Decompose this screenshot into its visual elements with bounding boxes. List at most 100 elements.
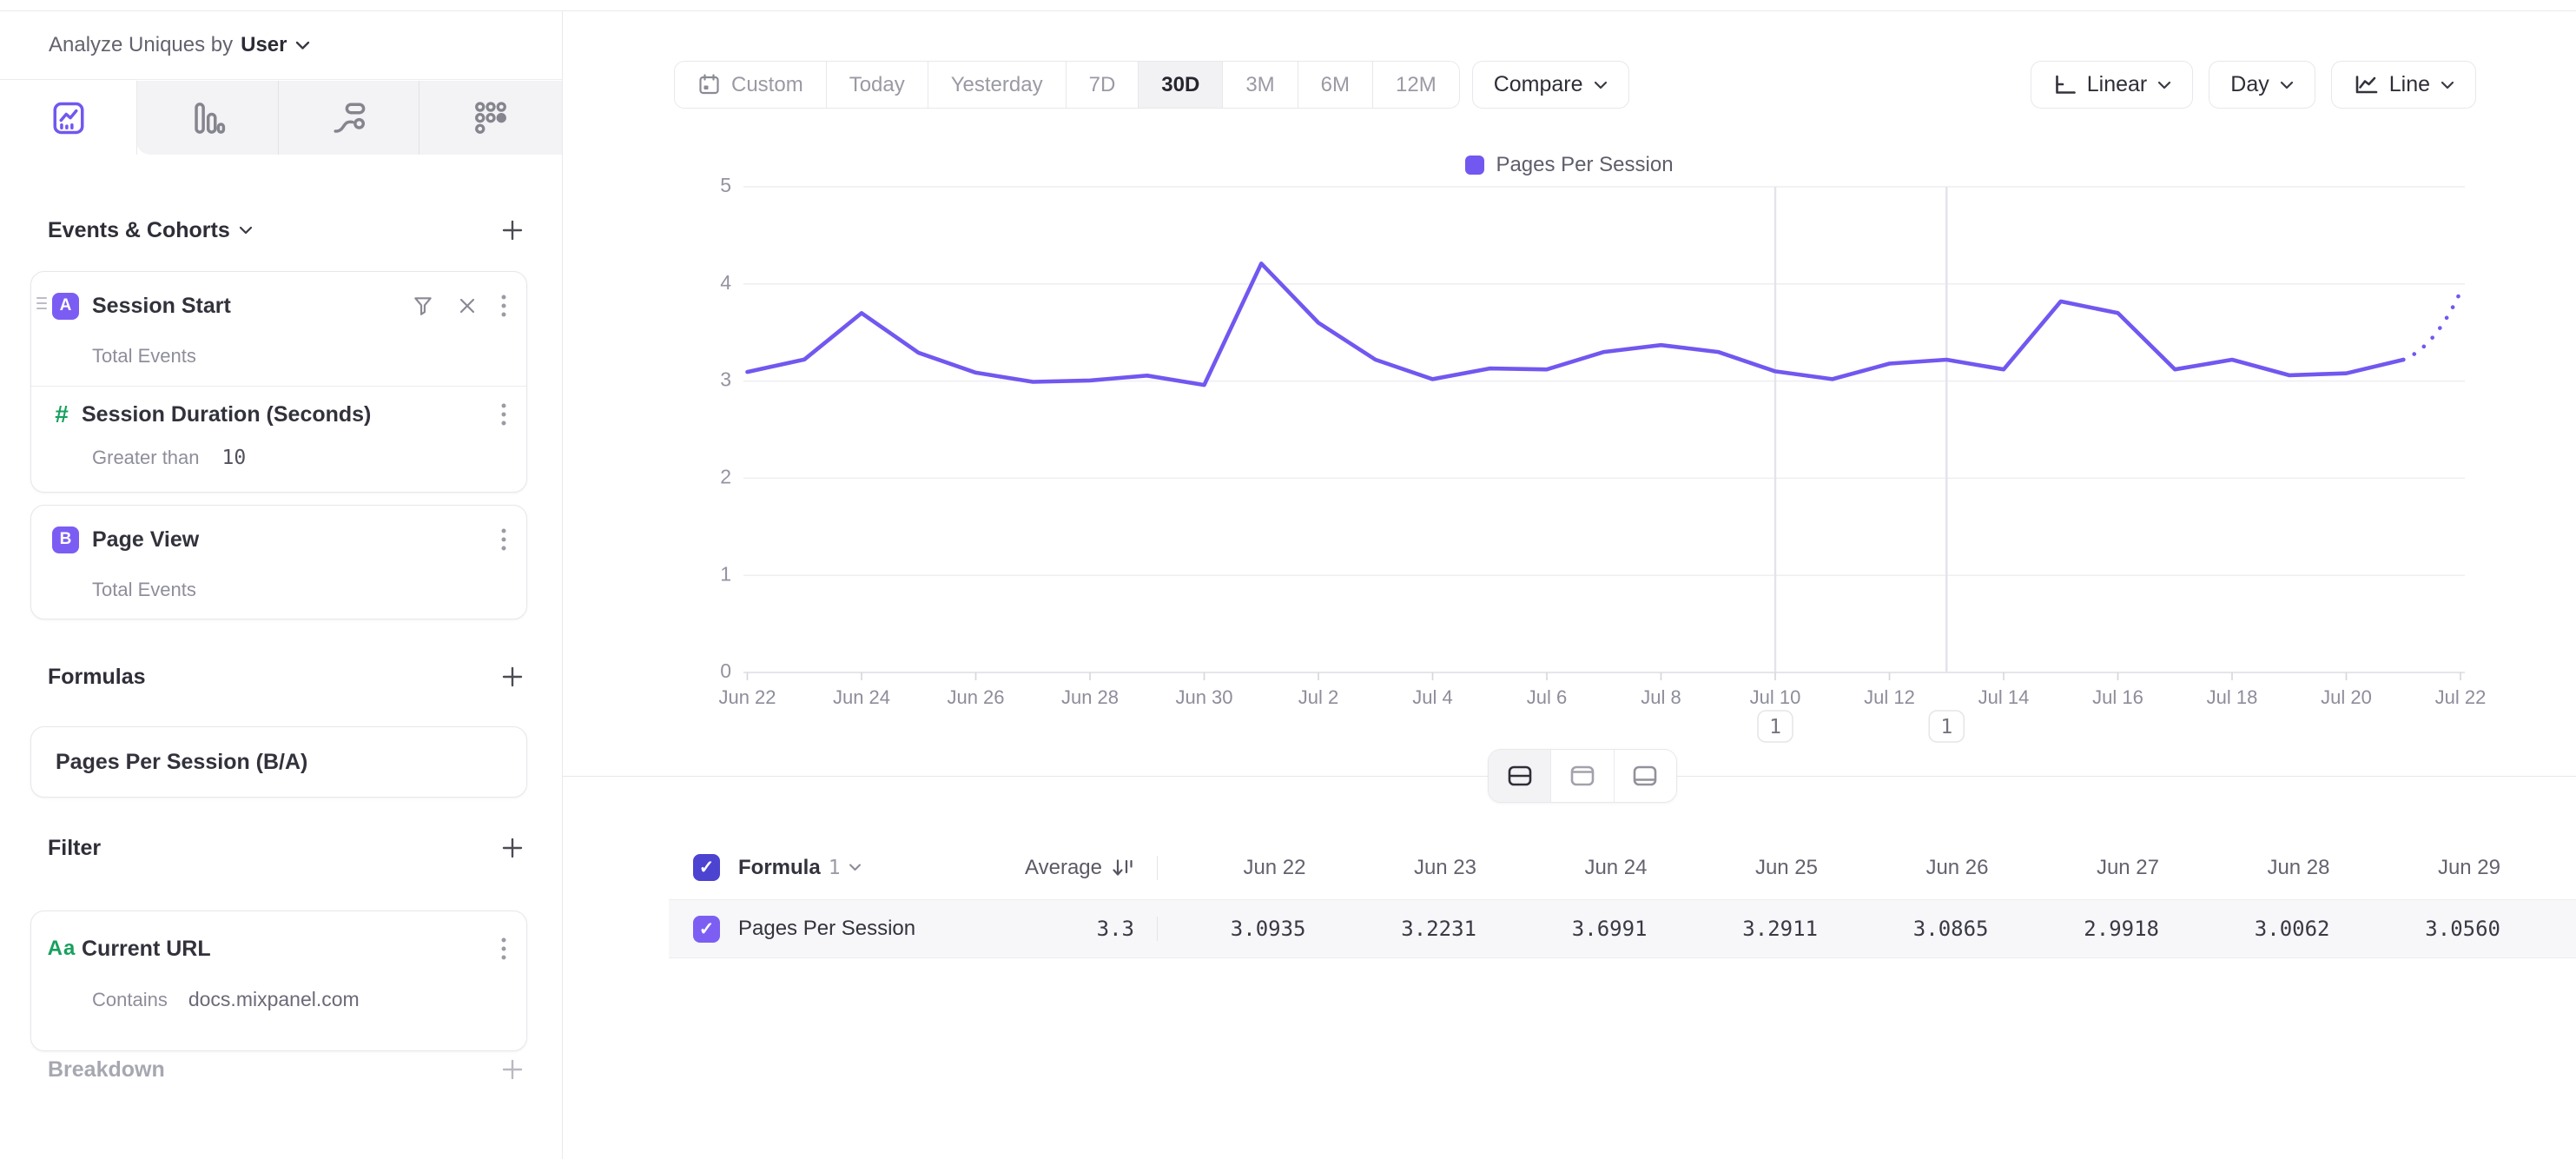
layout-split-view-button[interactable] bbox=[1489, 750, 1550, 802]
plus-icon bbox=[500, 665, 525, 689]
operator-value[interactable]: 10 bbox=[222, 447, 247, 469]
y-tick-label: 5 bbox=[720, 174, 731, 196]
event-measurement[interactable]: Total Events bbox=[31, 579, 526, 601]
add-event-button[interactable] bbox=[498, 215, 527, 245]
x-tick-label: Jul 4 bbox=[1412, 686, 1452, 708]
date-value-cell: 3.6991 bbox=[1499, 917, 1670, 941]
drag-handle-icon[interactable] bbox=[36, 297, 47, 309]
x-tick-label: Jul 12 bbox=[1864, 686, 1915, 708]
chevron-down-icon[interactable] bbox=[295, 41, 310, 50]
date-value-cell: 3.2911 bbox=[1670, 917, 1841, 941]
plus-icon bbox=[500, 218, 525, 242]
row-checkbox[interactable]: ✓ bbox=[693, 916, 720, 943]
average-value: 3.3 bbox=[1097, 917, 1134, 941]
date-column-header[interactable]: Jun 29 bbox=[2353, 856, 2524, 880]
x-tick-label: Jun 24 bbox=[833, 686, 890, 708]
layout-chart-focus-button[interactable] bbox=[1550, 750, 1613, 802]
add-filter-button[interactable] bbox=[498, 833, 527, 863]
chevron-down-icon bbox=[849, 864, 862, 871]
date-column-header[interactable]: Jun 24 bbox=[1499, 856, 1670, 880]
layout-toggle bbox=[1488, 749, 1677, 803]
insights-icon bbox=[50, 100, 87, 136]
tab-flows[interactable] bbox=[278, 81, 419, 155]
date-value-cell: 3.0062 bbox=[2182, 917, 2353, 941]
operator-label[interactable]: Greater than bbox=[92, 447, 200, 469]
tab-retention[interactable] bbox=[419, 81, 562, 155]
plus-icon bbox=[500, 836, 525, 860]
date-column-header[interactable]: Jun 22 bbox=[1158, 856, 1329, 880]
series-line bbox=[748, 263, 2404, 385]
layout-table-focus-button[interactable] bbox=[1614, 750, 1676, 802]
date-column-headers: Jun 22Jun 23Jun 24Jun 25Jun 26Jun 27Jun … bbox=[1157, 856, 2523, 880]
retention-icon bbox=[472, 100, 509, 136]
kebab-menu-icon[interactable] bbox=[500, 527, 507, 552]
chart-focus-icon bbox=[1569, 765, 1595, 787]
filter-funnel-icon[interactable] bbox=[412, 295, 434, 317]
funnels-icon bbox=[189, 100, 226, 136]
x-tick-label: Jul 16 bbox=[2092, 686, 2143, 708]
flows-icon bbox=[331, 100, 367, 136]
formulas-section-title: Formulas bbox=[48, 665, 146, 690]
date-column-header[interactable]: Jun 25 bbox=[1670, 856, 1841, 880]
kebab-menu-icon[interactable] bbox=[500, 937, 507, 961]
date-value-cell: 3.0865 bbox=[1840, 917, 2011, 941]
filter-title[interactable]: Current URL bbox=[82, 937, 211, 962]
add-formula-button[interactable] bbox=[498, 662, 527, 692]
group-number: 1 bbox=[829, 857, 841, 879]
group-label: Formula bbox=[738, 856, 821, 880]
formula-title[interactable]: Pages Per Session (B/A) bbox=[56, 750, 307, 775]
kebab-menu-icon[interactable] bbox=[500, 294, 507, 318]
y-tick-label: 1 bbox=[720, 562, 731, 585]
kebab-menu-icon[interactable] bbox=[500, 402, 507, 427]
formula-card[interactable]: Pages Per Session (B/A) bbox=[30, 726, 527, 798]
operator-value[interactable]: docs.mixpanel.com bbox=[188, 988, 360, 1011]
report-type-tabs bbox=[0, 81, 562, 155]
date-column-header[interactable]: Jun 28 bbox=[2182, 856, 2353, 880]
formulas-section-header: Formulas bbox=[48, 662, 527, 692]
event-row-page-view[interactable]: B Page View bbox=[31, 506, 526, 573]
date-column-header[interactable]: Jun 27 bbox=[2011, 856, 2183, 880]
operator-label[interactable]: Contains bbox=[92, 989, 168, 1011]
insights-report-page: Analyze Uniques by User Events & Cohorts bbox=[0, 0, 2576, 1159]
remove-x-icon[interactable] bbox=[458, 296, 477, 315]
event-measurement[interactable]: Total Events bbox=[31, 345, 526, 368]
event-title[interactable]: Session Start bbox=[92, 294, 231, 319]
average-label: Average bbox=[1025, 856, 1102, 880]
add-breakdown-button[interactable] bbox=[498, 1055, 527, 1084]
x-tick-label: Jul 2 bbox=[1298, 686, 1338, 708]
x-tick-label: Jun 22 bbox=[718, 686, 776, 708]
x-tick-label: Jul 20 bbox=[2321, 686, 2372, 708]
sort-icon bbox=[1111, 857, 1134, 879]
filter-row-current-url[interactable]: Aa Current URL bbox=[31, 911, 526, 986]
measurement-label[interactable]: Total Events bbox=[92, 345, 196, 368]
row-label[interactable]: Pages Per Session bbox=[738, 917, 915, 941]
event-title[interactable]: Page View bbox=[92, 527, 199, 553]
average-header[interactable]: Average bbox=[977, 856, 1157, 880]
group-header[interactable]: Formula 1 bbox=[734, 856, 977, 880]
select-all-checkbox[interactable]: ✓ bbox=[693, 854, 720, 881]
line-chart: 012345Jun 22Jun 24Jun 26Jun 28Jun 30Jul … bbox=[563, 0, 2576, 758]
numeric-property-icon: # bbox=[42, 401, 82, 428]
tab-funnels[interactable] bbox=[136, 81, 278, 155]
split-view-icon bbox=[1507, 765, 1533, 787]
events-section-header: Events & Cohorts bbox=[48, 215, 527, 245]
x-tick-label: Jul 14 bbox=[1978, 686, 2030, 708]
property-title[interactable]: Session Duration (Seconds) bbox=[82, 402, 371, 427]
event-letter-badge: B bbox=[52, 527, 79, 553]
x-tick-label: Jul 10 bbox=[1750, 686, 1801, 708]
date-column-header[interactable]: Jun 26 bbox=[1840, 856, 2011, 880]
event-row-session-start[interactable]: A Session Start bbox=[31, 272, 526, 340]
date-value-cell: 3.0935 bbox=[1158, 917, 1329, 941]
date-value-cells: 3.09353.22313.69913.29113.08652.99183.00… bbox=[1157, 917, 2523, 941]
x-tick-label: Jul 22 bbox=[2435, 686, 2487, 708]
results-table: ✓ Formula 1 Average Jun 22Jun 23Jun 24Ju… bbox=[669, 836, 2576, 958]
tab-insights[interactable] bbox=[0, 81, 136, 155]
measurement-label[interactable]: Total Events bbox=[92, 579, 196, 601]
date-column-header[interactable]: Jun 23 bbox=[1329, 856, 1500, 880]
analyze-value-dropdown[interactable]: User bbox=[241, 33, 287, 57]
annotation-badge-label: 1 bbox=[1940, 716, 1952, 738]
chevron-down-icon[interactable] bbox=[239, 226, 253, 235]
filter-section-title: Filter bbox=[48, 836, 101, 861]
property-row-session-duration[interactable]: # Session Duration (Seconds) bbox=[31, 387, 526, 442]
x-tick-label: Jul 18 bbox=[2207, 686, 2258, 708]
